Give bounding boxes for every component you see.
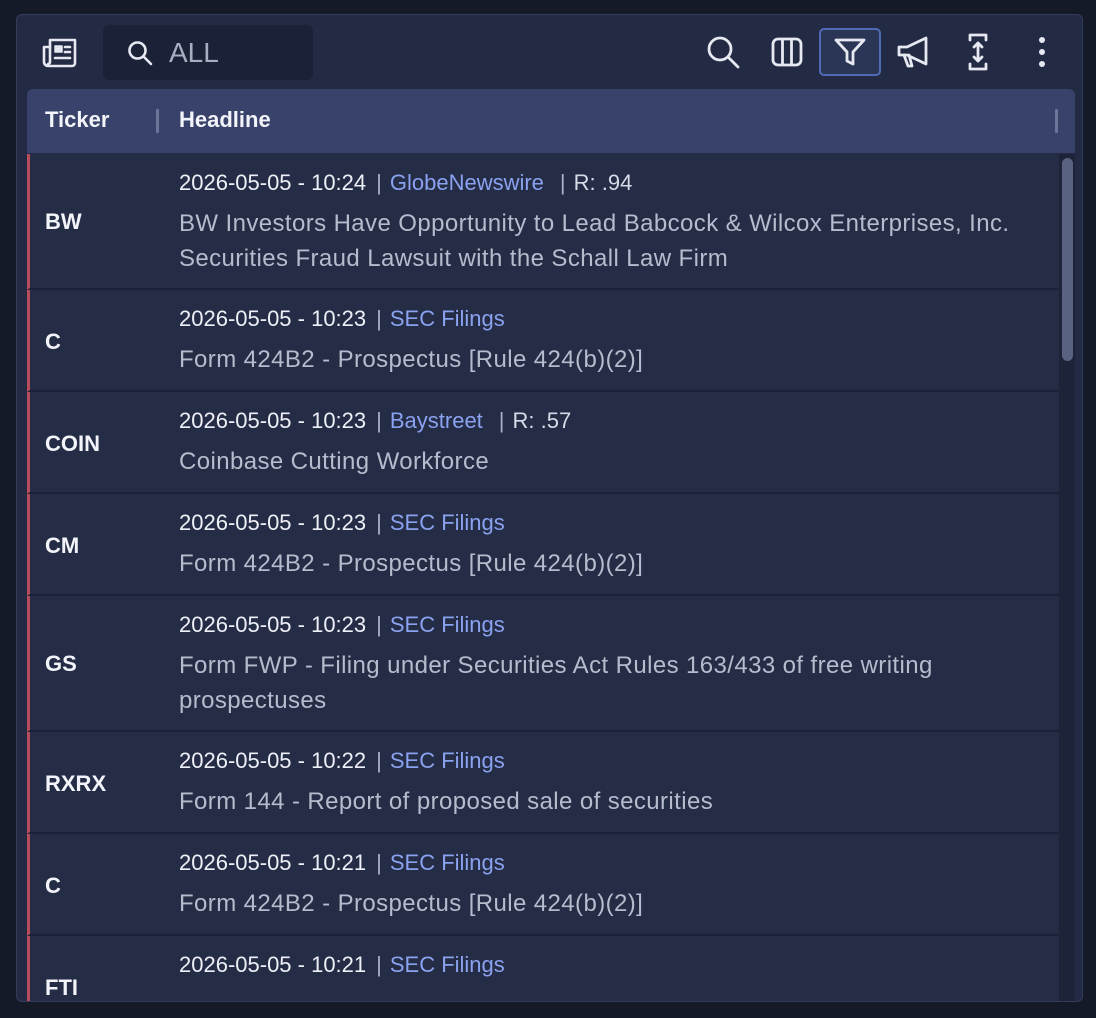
row-source-link[interactable]: SEC Filings — [390, 306, 505, 331]
row-ticker: COIN — [45, 431, 100, 456]
vertical-scrollbar[interactable] — [1059, 154, 1075, 1001]
table-row[interactable]: COIN 2026-05-05 - 10:23 | Baystreet | R: .57… — [27, 392, 1059, 494]
table-row[interactable]: C 2026-05-05 - 10:23 | SEC Filings Form 42… — [27, 290, 1059, 392]
row-meta: 2026-05-05 - 10:21 | SEC Filings — [179, 850, 505, 875]
search-icon[interactable] — [703, 32, 743, 72]
row-datetime: 2026-05-05 - 10:23 — [179, 612, 367, 637]
table-row[interactable]: C 2026-05-05 - 10:21 | SEC Filings Form 42… — [27, 834, 1059, 936]
row-meta: 2026-05-05 - 10:23 | SEC Filings — [179, 612, 505, 637]
table-body: BW 2026-05-05 - 10:24 | GlobeNewswire | R: .… — [27, 154, 1059, 1001]
row-source-link[interactable]: SEC Filings — [390, 612, 505, 637]
table-row[interactable]: FTI 2026-05-05 - 10:21 | SEC Filings — [27, 936, 1059, 1001]
more-vertical-icon[interactable] — [1027, 32, 1057, 72]
row-source-link[interactable]: SEC Filings — [390, 510, 505, 535]
column-resize-handle[interactable] — [1055, 109, 1058, 133]
row-datetime: 2026-05-05 - 10:22 — [179, 748, 367, 773]
columns-icon[interactable] — [767, 32, 807, 72]
row-meta: 2026-05-05 - 10:23 | Baystreet | R: .57 — [179, 408, 572, 433]
megaphone-icon[interactable] — [893, 32, 935, 72]
row-ticker: FTI — [45, 975, 78, 1000]
row-source-link[interactable]: SEC Filings — [390, 850, 505, 875]
newspaper-icon[interactable] — [41, 35, 79, 71]
row-ticker: C — [45, 873, 61, 898]
row-datetime: 2026-05-05 - 10:21 — [179, 850, 367, 875]
filter-button[interactable] — [819, 28, 881, 76]
expand-icon[interactable] — [961, 30, 995, 74]
row-headline: Form 424B2 - Prospectus [Rule 424(b)(2)] — [179, 346, 644, 373]
news-table: Ticker Headline BW 2026-05-05 - 10:24 | Gl… — [27, 89, 1075, 1001]
row-ticker: CM — [45, 533, 80, 558]
row-ticker: BW — [45, 209, 82, 234]
row-headline: Form FWP - Filing under Securities Act R… — [179, 652, 933, 714]
row-headline: Form 424B2 - Prospectus [Rule 424(b)(2)] — [179, 550, 644, 577]
column-header-ticker[interactable]: Ticker — [45, 107, 109, 133]
news-panel: Ticker Headline BW 2026-05-05 - 10:24|Gl… — [16, 14, 1083, 1002]
row-headline: BW Investors Have Opportunity to Lead Ba… — [179, 210, 1010, 272]
row-meta: 2026-05-05 - 10:23 | SEC Filings — [179, 510, 505, 535]
row-meta: 2026-05-05 - 10:23 | SEC Filings — [179, 306, 505, 331]
search-field[interactable] — [103, 25, 313, 80]
row-headline: Form 144 - Report of proposed sale of se… — [179, 788, 714, 815]
row-source-link[interactable]: SEC Filings — [390, 952, 505, 977]
row-relevance: R: .57 — [512, 408, 572, 433]
row-datetime: 2026-05-05 - 10:23 — [179, 408, 367, 433]
search-input[interactable] — [169, 36, 299, 69]
row-source-link[interactable]: SEC Filings — [390, 748, 505, 773]
row-datetime: 2026-05-05 - 10:24 — [179, 170, 367, 195]
row-datetime: 2026-05-05 - 10:23 — [179, 510, 367, 535]
scrollbar-thumb[interactable] — [1062, 158, 1073, 361]
row-headline: Form 424B2 - Prospectus [Rule 424(b)(2)] — [179, 890, 644, 917]
row-ticker: C — [45, 329, 61, 354]
table-row[interactable]: RXRX 2026-05-05 - 10:22 | SEC Filings Form… — [27, 732, 1059, 834]
filter-icon — [834, 38, 866, 66]
table-row[interactable]: CM 2026-05-05 - 10:23 | SEC Filings Form 4… — [27, 494, 1059, 596]
row-meta: 2026-05-05 - 10:21 | SEC Filings — [179, 952, 505, 977]
row-meta: 2026-05-05 - 10:24 | GlobeNewswire | R: .94 — [179, 170, 633, 195]
row-relevance: R: .94 — [573, 170, 633, 195]
row-meta: 2026-05-05 - 10:22 | SEC Filings — [179, 748, 505, 773]
search-icon — [127, 40, 153, 66]
row-source-link[interactable]: GlobeNewswire — [390, 170, 544, 195]
column-resize-handle[interactable] — [156, 109, 159, 133]
column-header-headline[interactable]: Headline — [179, 107, 271, 133]
table-row[interactable]: GS 2026-05-05 - 10:23 | SEC Filings Form F… — [27, 596, 1059, 732]
table-header: Ticker Headline — [27, 89, 1075, 153]
row-source-link[interactable]: Baystreet — [390, 408, 483, 433]
table-row[interactable]: BW 2026-05-05 - 10:24 | GlobeNewswire | R: .… — [27, 154, 1059, 290]
row-datetime: 2026-05-05 - 10:21 — [179, 952, 367, 977]
toolbar — [17, 15, 1082, 89]
row-datetime: 2026-05-05 - 10:23 — [179, 306, 367, 331]
row-headline: Coinbase Cutting Workforce — [179, 448, 490, 475]
row-ticker: RXRX — [45, 771, 107, 796]
row-ticker: GS — [45, 651, 77, 676]
